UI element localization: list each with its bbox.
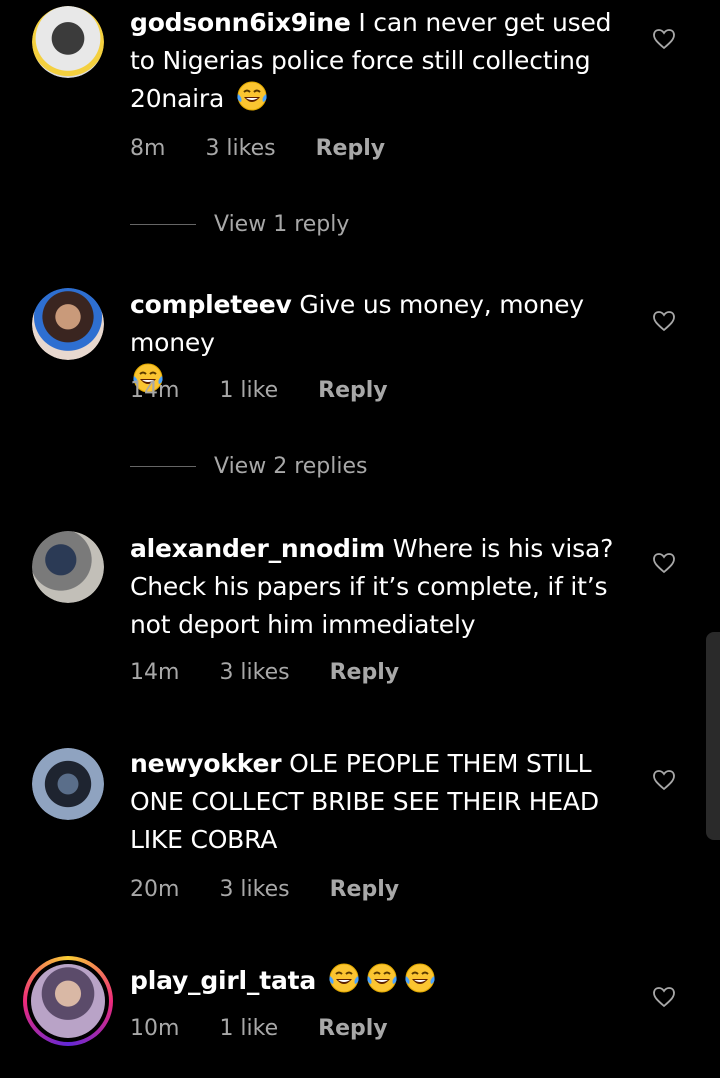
comment-meta: 14m 3 likes Reply — [130, 660, 399, 685]
comment-text: alexander_nnodim Where is his visa? Chec… — [130, 530, 625, 644]
comment-meta: 10m 1 like Reply — [130, 1016, 388, 1041]
comment-username[interactable]: alexander_nnodim — [130, 534, 385, 563]
comment-username[interactable]: godsonn6ix9ine — [130, 8, 351, 37]
avatar[interactable] — [32, 748, 104, 820]
avatar — [31, 964, 105, 1038]
avatar[interactable] — [32, 531, 104, 603]
heart-outline-icon[interactable] — [652, 552, 676, 574]
comment-likes[interactable]: 3 likes — [205, 136, 275, 161]
comment-likes[interactable]: 1 like — [219, 1016, 278, 1041]
avatar[interactable] — [32, 6, 104, 78]
comment-meta: 20m 3 likes Reply — [130, 877, 399, 902]
divider-line — [130, 466, 196, 467]
reply-button[interactable]: Reply — [318, 378, 388, 403]
joy-emoji-icon — [328, 963, 360, 993]
heart-outline-icon[interactable] — [652, 986, 676, 1008]
divider-line — [130, 224, 196, 225]
comment-time: 20m — [130, 877, 180, 902]
comment-time: 8m — [130, 136, 166, 161]
comment-likes[interactable]: 3 likes — [219, 877, 289, 902]
comment-time: 14m — [130, 378, 180, 403]
view-replies-button[interactable]: View 2 replies — [130, 454, 367, 479]
reply-button[interactable]: Reply — [316, 136, 386, 161]
view-replies-button[interactable]: View 1 reply — [130, 212, 349, 237]
view-replies-label: View 1 reply — [214, 212, 350, 237]
comment-text: godsonn6ix9ine I can never get used to N… — [130, 4, 625, 118]
comment-username[interactable]: play_girl_tata — [130, 966, 316, 995]
heart-outline-icon[interactable] — [652, 769, 676, 791]
view-replies-label: View 2 replies — [214, 454, 368, 479]
comment-username[interactable]: completeev — [130, 290, 292, 319]
reply-button[interactable]: Reply — [318, 1016, 388, 1041]
comment-text: newyokker OLE PEOPLE THEM STILL ONE COLL… — [130, 745, 625, 859]
heart-outline-icon[interactable] — [652, 310, 676, 332]
joy-emoji-icon — [404, 963, 436, 993]
joy-emoji-icon — [236, 81, 268, 111]
comment-text: play_girl_tata — [130, 962, 625, 1000]
joy-emoji-icon — [366, 963, 398, 993]
reply-button[interactable]: Reply — [330, 660, 400, 685]
heart-outline-icon[interactable] — [652, 28, 676, 50]
reply-button[interactable]: Reply — [330, 877, 400, 902]
comment-time: 10m — [130, 1016, 180, 1041]
comment-likes[interactable]: 3 likes — [219, 660, 289, 685]
comment-time: 14m — [130, 660, 180, 685]
scrollbar-thumb[interactable] — [706, 632, 720, 840]
comment-meta: 8m 3 likes Reply — [130, 136, 385, 161]
avatar-story-ring[interactable] — [23, 956, 113, 1046]
comment-likes[interactable]: 1 like — [219, 378, 278, 403]
avatar[interactable] — [32, 288, 104, 360]
comment-meta: 14m 1 like Reply — [130, 378, 388, 403]
comment-username[interactable]: newyokker — [130, 749, 282, 778]
